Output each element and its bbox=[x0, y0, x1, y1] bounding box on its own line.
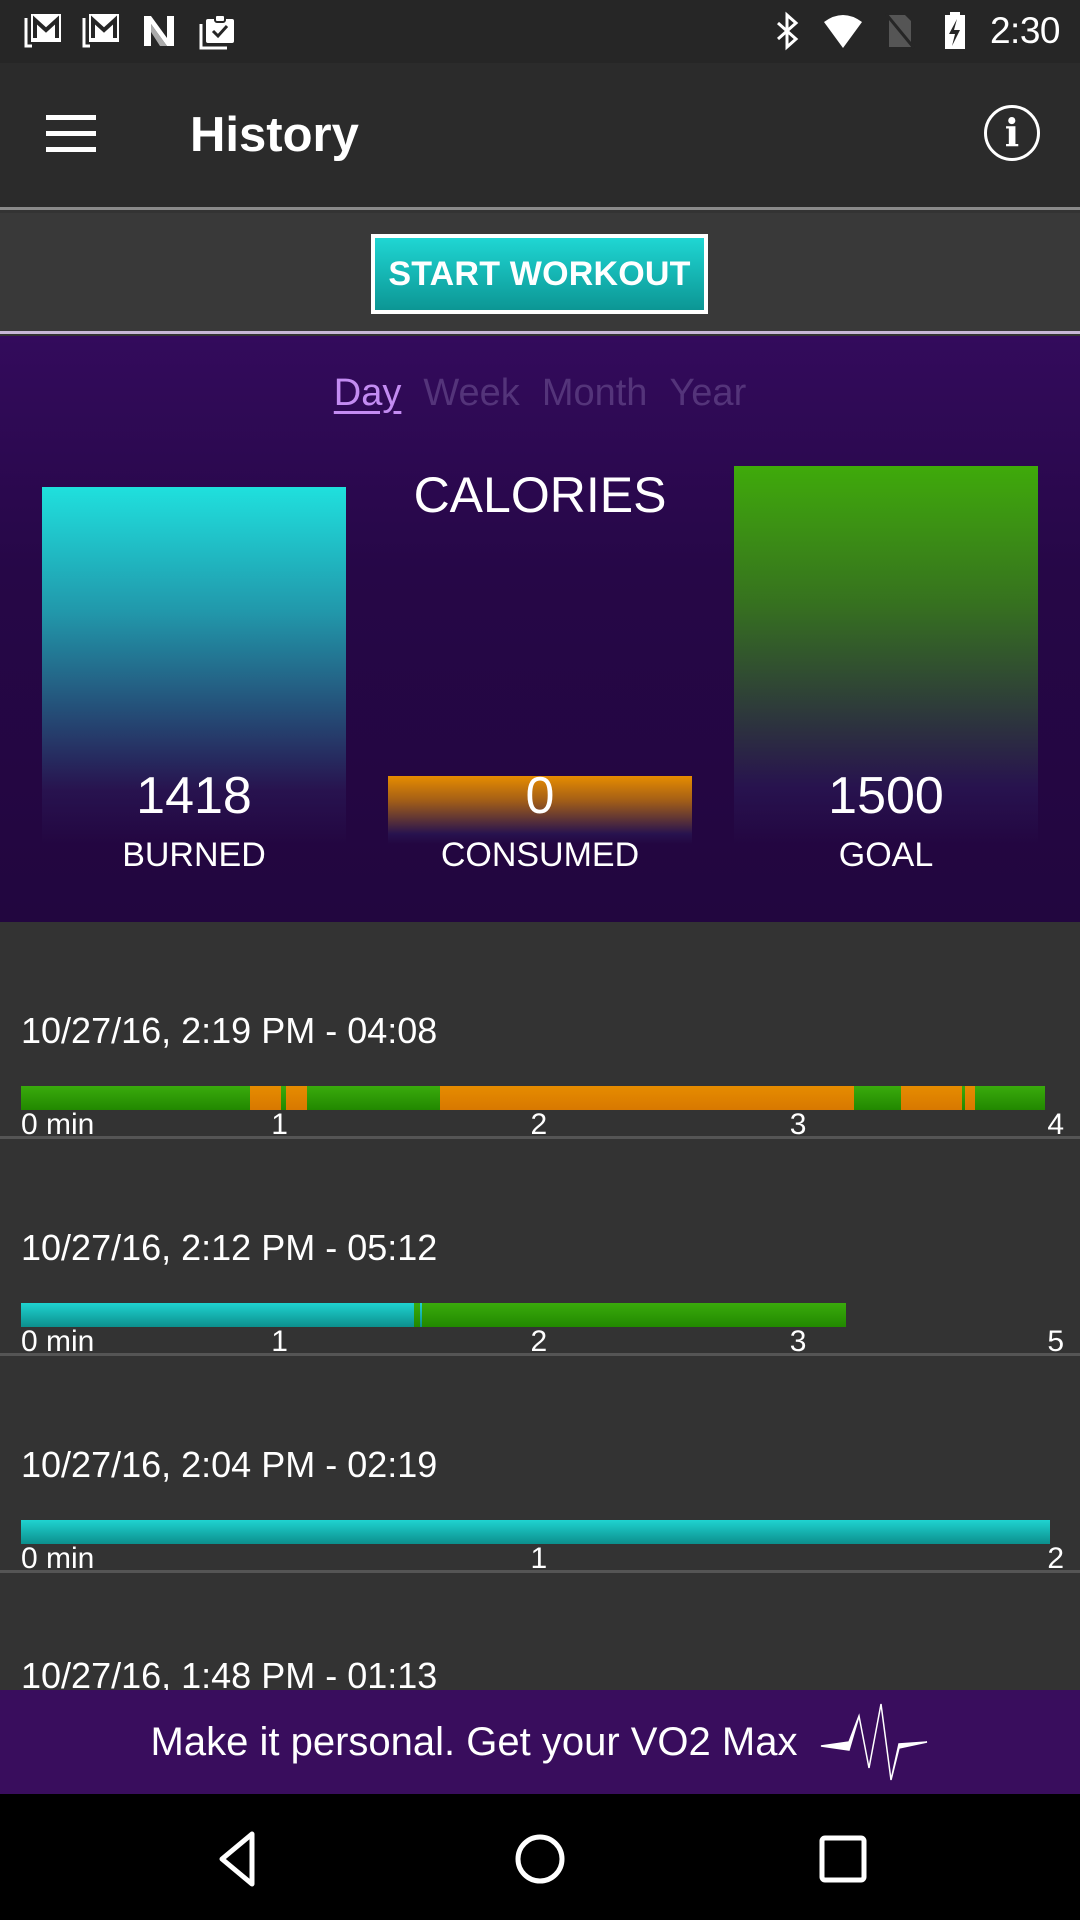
no-sim-icon bbox=[884, 13, 916, 49]
battery-charging-icon bbox=[944, 12, 965, 49]
page-title: History bbox=[190, 108, 359, 162]
workout-title: 10/27/16, 2:19 PM - 04:08 bbox=[21, 1010, 438, 1051]
back-icon[interactable] bbox=[200, 1824, 270, 1894]
calories-summary: Day Week Month Year CALORIES 1418 BURNED… bbox=[0, 336, 1080, 922]
clipboard-check-icon bbox=[199, 14, 234, 50]
zone-segment-orange bbox=[440, 1086, 855, 1110]
zone-segment-teal bbox=[21, 1520, 1050, 1544]
workout-item[interactable]: 10/27/16, 1:48 PM - 01:13 bbox=[0, 1573, 1080, 1690]
zone-segment-orange bbox=[249, 1086, 281, 1110]
zone-segment-orange bbox=[900, 1086, 963, 1110]
system-nav-bar bbox=[0, 1794, 1080, 1920]
app-bar: History i bbox=[0, 63, 1080, 210]
axis-tick-label: 1 bbox=[530, 1542, 548, 1575]
home-icon[interactable] bbox=[505, 1824, 575, 1894]
goal-value: 1500 bbox=[828, 767, 944, 825]
status-bar: 2:30 bbox=[0, 0, 1080, 63]
axis-tick-label: 0 min bbox=[21, 1542, 95, 1575]
axis-tick-label: 1 bbox=[271, 1325, 288, 1358]
axis-tick-label: 2 bbox=[1047, 1542, 1064, 1575]
workout-title: 10/27/16, 2:12 PM - 05:12 bbox=[21, 1227, 438, 1268]
zone-segment-green bbox=[422, 1303, 847, 1327]
info-icon[interactable]: i bbox=[984, 105, 1040, 161]
zone-segment-green bbox=[306, 1086, 441, 1110]
burned-column: 1418 BURNED bbox=[42, 336, 346, 922]
hamburger-menu-icon[interactable] bbox=[46, 115, 98, 155]
recents-icon[interactable] bbox=[808, 1824, 878, 1894]
axis-tick-label: 3 bbox=[789, 1108, 807, 1141]
n-icon bbox=[144, 16, 174, 46]
consumed-value: 0 bbox=[525, 767, 555, 825]
burned-value: 1418 bbox=[136, 767, 252, 825]
zone-segment-green bbox=[975, 1086, 1045, 1110]
axis-tick-label: 1 bbox=[271, 1108, 288, 1141]
start-workout-strip: START WORKOUT bbox=[0, 213, 1080, 334]
promo-text: Make it personal. Get your VO2 Max bbox=[150, 1719, 798, 1764]
workout-list[interactable]: 10/27/16, 2:19 PM - 04:08 0 min 1 2 3 4 10/27/… bbox=[0, 922, 1080, 1690]
axis-tick-label: 4 bbox=[1047, 1108, 1064, 1141]
bluetooth-icon bbox=[776, 11, 799, 51]
heart-zone-timeline bbox=[21, 1303, 847, 1327]
wifi-icon bbox=[823, 15, 862, 48]
gmail-icon bbox=[82, 14, 119, 48]
clock: 2:30 bbox=[989, 10, 1061, 51]
heart-zone-timeline bbox=[21, 1086, 1045, 1110]
burned-label: BURNED bbox=[122, 836, 266, 874]
zone-segment-orange bbox=[285, 1086, 307, 1110]
heartbeat-pulse-icon bbox=[821, 1703, 928, 1781]
axis-tick-label: 2 bbox=[530, 1325, 548, 1358]
zone-segment-teal bbox=[21, 1303, 415, 1327]
workout-item[interactable]: 10/27/16, 2:19 PM - 04:08 0 min 1 2 3 4 bbox=[0, 922, 1080, 1141]
gmail-icon bbox=[24, 14, 61, 48]
workout-title: 10/27/16, 1:48 PM - 01:13 bbox=[21, 1655, 438, 1690]
axis-tick-label: 0 min bbox=[21, 1325, 95, 1358]
axis-tick-label: 3 bbox=[789, 1325, 807, 1358]
goal-column: 1500 GOAL bbox=[734, 336, 1038, 922]
consumed-column: 0 CONSUMED bbox=[388, 336, 692, 922]
workout-title: 10/27/16, 2:04 PM - 02:19 bbox=[21, 1444, 438, 1485]
goal-label: GOAL bbox=[838, 836, 934, 874]
heart-zone-timeline bbox=[21, 1520, 1050, 1544]
zone-segment-green bbox=[21, 1086, 250, 1110]
axis-tick-label: 0 min bbox=[21, 1108, 95, 1141]
axis-tick-label: 5 bbox=[1047, 1325, 1064, 1358]
workout-item[interactable]: 10/27/16, 2:12 PM - 05:12 0 min 1 2 3 5 bbox=[0, 1139, 1080, 1358]
start-workout-button[interactable]: START WORKOUT bbox=[371, 234, 708, 314]
consumed-label: CONSUMED bbox=[440, 836, 640, 874]
zone-segment-orange bbox=[965, 1086, 976, 1110]
axis-tick-label: 2 bbox=[530, 1108, 548, 1141]
zone-segment-green bbox=[854, 1086, 901, 1110]
vo2-max-promo-banner[interactable]: Make it personal. Get your VO2 Max bbox=[0, 1690, 1080, 1794]
workout-item[interactable]: 10/27/16, 2:04 PM - 02:19 0 min 1 2 bbox=[0, 1356, 1080, 1575]
